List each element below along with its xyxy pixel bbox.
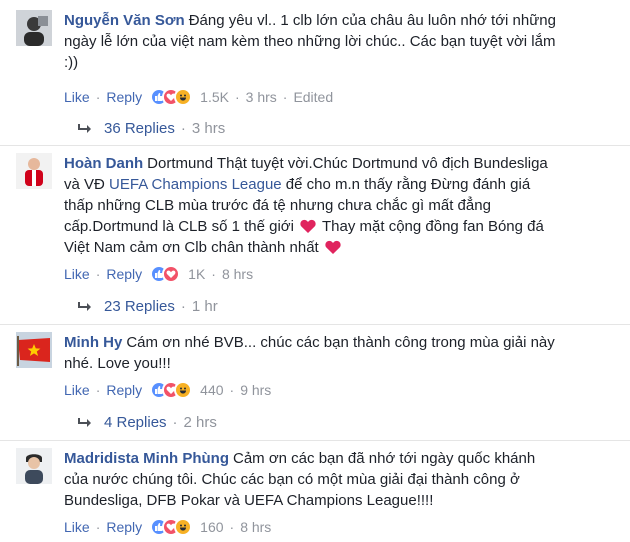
reply-button[interactable]: Reply	[106, 266, 142, 282]
view-replies-link[interactable]: 36 Replies · 3 hrs	[78, 120, 225, 137]
comment-author[interactable]: Minh Hy	[64, 334, 122, 351]
avatar-image	[16, 448, 52, 484]
view-replies-link[interactable]: 4 Replies · 2 hrs	[78, 414, 217, 431]
comment-author[interactable]: Madridista Minh Phùng	[64, 450, 229, 467]
edited-label[interactable]: Edited	[293, 89, 333, 105]
comment-author[interactable]: Hoàn Danh	[64, 155, 143, 172]
comment-body: Nguyễn Văn Sơn Đáng yêu vl.. 1 clb lớn củ…	[64, 10, 624, 73]
like-button[interactable]: Like	[64, 519, 90, 535]
reply-arrow-icon	[78, 301, 91, 311]
comment-item: Madridista Minh Phùng Cảm ơn các bạn đã n…	[16, 448, 616, 542]
comment-author[interactable]: Nguyễn Văn Sơn	[64, 12, 185, 29]
comment-item: Minh Hy Cám ơn nhé BVB... chúc các bạn th…	[16, 332, 616, 432]
comment-actions: Like · Reply 440 · 9 hrs	[64, 381, 272, 399]
reply-button[interactable]: Reply	[106, 382, 142, 398]
haha-icon	[174, 381, 193, 399]
divider	[0, 324, 630, 325]
hashtag-link[interactable]: UEFA Champions League	[109, 176, 282, 193]
reaction-icons[interactable]	[150, 88, 193, 106]
avatar[interactable]	[16, 10, 52, 46]
reaction-icons[interactable]	[150, 381, 193, 399]
comment-time[interactable]: 3 hrs	[246, 89, 277, 105]
comment-actions: Like · Reply 1K · 8 hrs	[64, 265, 254, 283]
heart-emoji-icon	[300, 219, 316, 233]
divider	[0, 440, 630, 441]
love-icon	[162, 265, 181, 283]
comment-actions: Like · Reply 160 · 8 hrs	[64, 518, 272, 536]
comment-time[interactable]: 8 hrs	[240, 519, 271, 535]
comment-body: Hoàn Danh Dortmund Thật tuyệt vời.Chúc Do…	[64, 153, 624, 258]
comment-item: Nguyễn Văn Sơn Đáng yêu vl.. 1 clb lớn củ…	[16, 10, 616, 150]
reaction-icons[interactable]	[150, 265, 181, 283]
replies-time: 2 hrs	[183, 414, 217, 431]
divider	[0, 145, 630, 146]
heart-emoji-icon	[325, 240, 341, 254]
comment-actions: Like · Reply 1.5K · 3 hrs · Edited	[64, 88, 334, 106]
reply-arrow-icon	[78, 417, 91, 427]
avatar[interactable]	[16, 332, 52, 368]
avatar[interactable]	[16, 448, 52, 484]
comment-text: Minh Hy Cám ơn nhé BVB... chúc các bạn th…	[64, 334, 555, 372]
comment-text: Hoàn Danh Dortmund Thật tuyệt vời.Chúc Do…	[64, 155, 548, 256]
avatar-image	[16, 10, 52, 46]
comment-body: Minh Hy Cám ơn nhé BVB... chúc các bạn th…	[64, 332, 624, 374]
replies-count[interactable]: 36 Replies	[104, 120, 175, 137]
haha-icon	[174, 88, 193, 106]
reaction-icons[interactable]	[150, 518, 193, 536]
haha-icon	[174, 518, 193, 536]
like-button[interactable]: Like	[64, 382, 90, 398]
reaction-count[interactable]: 160	[200, 519, 223, 535]
replies-time: 3 hrs	[191, 120, 226, 137]
avatar[interactable]	[16, 153, 52, 189]
comment-text: Madridista Minh Phùng Cảm ơn các bạn đã n…	[64, 450, 536, 509]
reaction-count[interactable]: 440	[200, 382, 223, 398]
comment-body: Madridista Minh Phùng Cảm ơn các bạn đã n…	[64, 448, 624, 511]
replies-count[interactable]: 4 Replies	[104, 414, 167, 431]
avatar-image	[16, 332, 52, 368]
comment-text: Nguyễn Văn Sơn Đáng yêu vl.. 1 clb lớn củ…	[64, 12, 556, 71]
replies-time: 1 hr	[191, 298, 218, 315]
reply-button[interactable]: Reply	[106, 89, 142, 105]
comment-item: Hoàn Danh Dortmund Thật tuyệt vời.Chúc Do…	[16, 153, 616, 323]
reaction-count[interactable]: 1.5K	[200, 89, 229, 105]
avatar-image	[16, 153, 52, 189]
like-button[interactable]: Like	[64, 266, 90, 282]
reply-button[interactable]: Reply	[106, 519, 142, 535]
comment-time[interactable]: 8 hrs	[222, 266, 253, 282]
view-replies-link[interactable]: 23 Replies · 1 hr	[78, 298, 218, 315]
comment-time[interactable]: 9 hrs	[240, 382, 271, 398]
comment-thread: Nguyễn Văn Sơn Đáng yêu vl.. 1 clb lớn củ…	[0, 0, 630, 542]
replies-count[interactable]: 23 Replies	[104, 298, 175, 315]
reaction-count[interactable]: 1K	[188, 266, 205, 282]
reply-arrow-icon	[78, 123, 91, 133]
like-button[interactable]: Like	[64, 89, 90, 105]
